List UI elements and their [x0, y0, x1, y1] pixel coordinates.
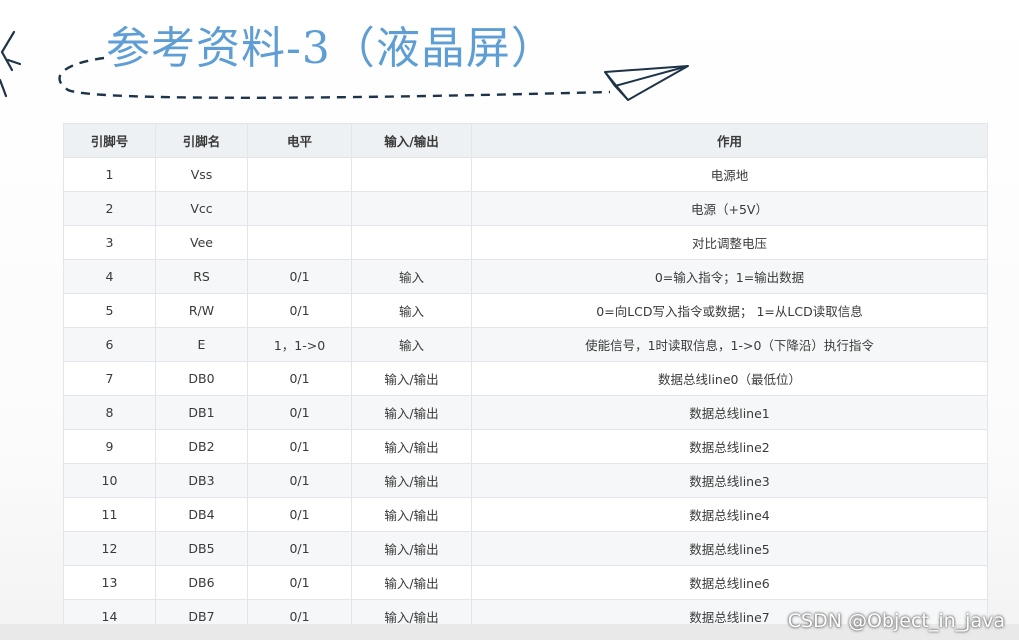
cell-function: 数据总线line6 [471, 565, 988, 600]
cell-pin-number: 2 [63, 191, 156, 226]
cell-function: 0=输入指令；1=输出数据 [471, 259, 988, 294]
cell-pin-number: 6 [63, 327, 156, 362]
table-row: 6 E 1，1->0 输入 使能信号，1时读取信息，1->0（下降沿）执行指令 [63, 327, 988, 362]
cell-pin-number: 11 [63, 497, 156, 532]
cell-pin-number: 9 [63, 429, 156, 464]
cell-pin-name: DB6 [155, 565, 248, 600]
table-row: 5 R/W 0/1 输入 0=向LCD写入指令或数据； 1=从LCD读取信息 [63, 293, 988, 328]
cell-function: 数据总线line2 [471, 429, 988, 464]
cell-pin-name: DB1 [155, 395, 248, 430]
cell-function: 数据总线line0（最低位） [471, 361, 988, 396]
cell-pin-name: DB3 [155, 463, 248, 498]
cell-pin-number: 10 [63, 463, 156, 498]
cell-pin-number: 7 [63, 361, 156, 396]
cell-io: 输入/输出 [351, 497, 472, 532]
cell-level: 0/1 [247, 463, 352, 498]
cell-level [247, 191, 352, 226]
cell-pin-name: DB5 [155, 531, 248, 566]
table-row: 13 DB6 0/1 输入/输出 数据总线line6 [63, 565, 988, 600]
cell-pin-name: Vee [155, 225, 248, 260]
table-header-row: 引脚号 引脚名 电平 输入/输出 作用 [63, 123, 988, 158]
header-io: 输入/输出 [351, 123, 472, 158]
cell-pin-name: DB0 [155, 361, 248, 396]
table-row: 2 Vcc 电源（+5V） [63, 191, 988, 226]
cell-io [351, 225, 472, 260]
table-row: 10 DB3 0/1 输入/输出 数据总线line3 [63, 463, 988, 498]
page-title: 参考资料-3（液晶屏） [106, 23, 556, 74]
table-row: 4 RS 0/1 输入 0=输入指令；1=输出数据 [63, 259, 988, 294]
table-row: 3 Vee 对比调整电压 [63, 225, 988, 260]
cell-level: 0/1 [247, 497, 352, 532]
cell-pin-number: 8 [63, 395, 156, 430]
table-row: 12 DB5 0/1 输入/输出 数据总线line5 [63, 531, 988, 566]
paper-plane-icon [604, 65, 689, 101]
cell-level: 0/1 [247, 395, 352, 430]
cell-level: 0/1 [247, 429, 352, 464]
cell-level: 0/1 [247, 531, 352, 566]
cell-pin-number: 3 [63, 225, 156, 260]
cell-level: 0/1 [247, 259, 352, 294]
cell-pin-name: E [155, 327, 248, 362]
cell-function: 数据总线line3 [471, 463, 988, 498]
cell-pin-number: 13 [63, 565, 156, 600]
cell-io: 输入/输出 [351, 565, 472, 600]
cell-function: 对比调整电压 [471, 225, 988, 260]
header-level: 电平 [247, 123, 352, 158]
cell-level: 0/1 [247, 293, 352, 328]
lcd-pin-table: 引脚号 引脚名 电平 输入/输出 作用 1 Vss 电源地 2 Vcc 电源（+5V） 3 V… [63, 123, 988, 634]
cell-pin-name: Vcc [155, 191, 248, 226]
cell-io [351, 191, 472, 226]
cell-function: 电源（+5V） [471, 191, 988, 226]
header-pin-number: 引脚号 [63, 123, 156, 158]
cell-function: 电源地 [471, 157, 988, 192]
cell-io [351, 157, 472, 192]
cell-function: 数据总线line4 [471, 497, 988, 532]
cell-level: 0/1 [247, 361, 352, 396]
cell-level [247, 157, 352, 192]
table-row: 8 DB1 0/1 输入/输出 数据总线line1 [63, 395, 988, 430]
cell-function: 使能信号，1时读取信息，1->0（下降沿）执行指令 [471, 327, 988, 362]
watermark: CSDN @Object_in_java [787, 610, 1005, 632]
cell-function: 数据总线line5 [471, 531, 988, 566]
cell-function: 0=向LCD写入指令或数据； 1=从LCD读取信息 [471, 293, 988, 328]
cell-function: 数据总线line1 [471, 395, 988, 430]
table-row: 1 Vss 电源地 [63, 157, 988, 192]
cell-pin-number: 4 [63, 259, 156, 294]
cell-io: 输入/输出 [351, 429, 472, 464]
table-row: 7 DB0 0/1 输入/输出 数据总线line0（最低位） [63, 361, 988, 396]
cell-io: 输入/输出 [351, 531, 472, 566]
cell-pin-number: 1 [63, 157, 156, 192]
cell-pin-name: DB4 [155, 497, 248, 532]
cell-pin-name: RS [155, 259, 248, 294]
cell-pin-name: R/W [155, 293, 248, 328]
header-function: 作用 [471, 123, 988, 158]
cell-level: 0/1 [247, 565, 352, 600]
cell-io: 输入 [351, 259, 472, 294]
cell-io: 输入/输出 [351, 395, 472, 430]
header-pin-name: 引脚名 [155, 123, 248, 158]
table-row: 9 DB2 0/1 输入/输出 数据总线line2 [63, 429, 988, 464]
cell-pin-number: 12 [63, 531, 156, 566]
cell-pin-name: DB2 [155, 429, 248, 464]
cell-io: 输入 [351, 327, 472, 362]
cell-level: 1，1->0 [247, 327, 352, 362]
cell-pin-name: Vss [155, 157, 248, 192]
chevron-left-icon [0, 30, 22, 98]
cell-level [247, 225, 352, 260]
cell-pin-number: 5 [63, 293, 156, 328]
table-row: 11 DB4 0/1 输入/输出 数据总线line4 [63, 497, 988, 532]
cell-io: 输入/输出 [351, 463, 472, 498]
cell-io: 输入 [351, 293, 472, 328]
cell-io: 输入/输出 [351, 361, 472, 396]
